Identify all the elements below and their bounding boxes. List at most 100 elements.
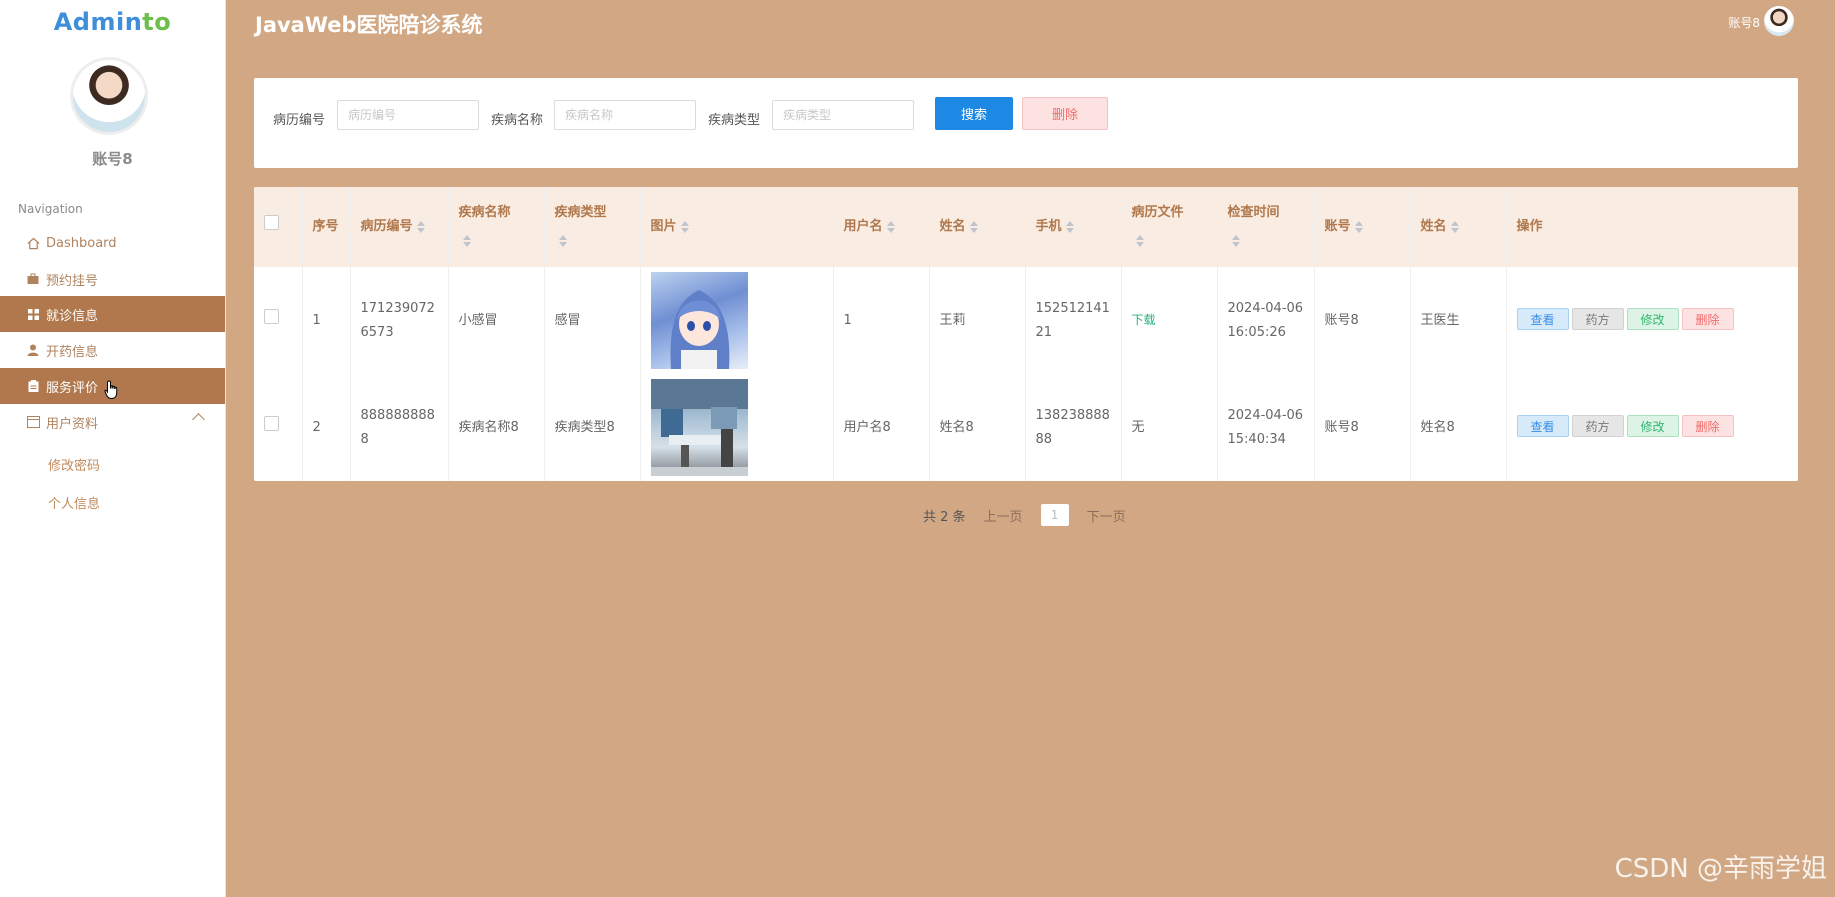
sort-icon[interactable] xyxy=(416,220,425,233)
cell-check-time: 2024-04-06 16:05:26 xyxy=(1217,267,1315,374)
search-panel: 病历编号 疾病名称 疾病类型 搜索 删除 xyxy=(254,78,1798,168)
view-button[interactable]: 查看 xyxy=(1516,308,1569,330)
cell-user-name: 用户名8 xyxy=(833,374,930,481)
cell-disease-type: 感冒 xyxy=(544,267,641,374)
sort-icon[interactable] xyxy=(886,220,895,233)
user-icon xyxy=(26,343,40,357)
select-all-checkbox[interactable] xyxy=(264,215,279,230)
col-header-label: 姓名 xyxy=(1420,219,1447,234)
col-header-label: 疾病类型 xyxy=(554,205,607,220)
next-page-button[interactable]: 下一页 xyxy=(1087,506,1126,525)
anime-girl-image[interactable] xyxy=(650,272,748,369)
sort-icon[interactable] xyxy=(1065,220,1074,233)
col-header-doctor-name[interactable]: 姓名 xyxy=(1410,187,1507,267)
app-logo[interactable]: Adminto xyxy=(0,8,225,36)
col-header-check-time[interactable]: 检查时间 xyxy=(1217,187,1315,267)
delete-button[interactable]: 删除 xyxy=(1681,415,1734,437)
sidebar-item-prescription[interactable]: 开药信息 xyxy=(0,332,225,368)
profile-card-icon xyxy=(26,415,40,429)
disease-name-label: 疾病名称 xyxy=(491,113,544,128)
row-checkbox[interactable] xyxy=(264,415,279,431)
col-header-label: 用户名 xyxy=(843,219,883,234)
col-header-label: 检查时间 xyxy=(1227,205,1280,220)
cell-account: 账号8 xyxy=(1314,267,1411,374)
sidebar: Adminto 账号8 Navigation Dashboard 预约挂号 就诊… xyxy=(0,0,226,897)
col-header-label: 疾病名称 xyxy=(458,205,511,220)
page-number-button[interactable]: 1 xyxy=(1040,504,1069,526)
col-header-record-no[interactable]: 病历编号 xyxy=(350,187,449,267)
col-header-file[interactable]: 病历文件 xyxy=(1121,187,1218,267)
prescription-button[interactable]: 药方 xyxy=(1571,308,1624,330)
sidebar-item-label: 开药信息 xyxy=(46,344,99,360)
cell-doctor-name: 姓名8 xyxy=(1410,374,1507,481)
col-header-label: 病历编号 xyxy=(360,219,413,234)
sidebar-subitem-change-password[interactable]: 修改密码 xyxy=(48,455,100,474)
pagination: 共 2 条 上一页 1 下一页 xyxy=(923,504,1126,526)
cell-record-no: 8888888888 xyxy=(350,374,449,481)
prescription-button[interactable]: 药方 xyxy=(1571,415,1624,437)
sidebar-item-visit-info[interactable]: 就诊信息 xyxy=(0,296,225,332)
bulk-delete-button[interactable]: 删除 xyxy=(1022,97,1108,130)
chevron-up-icon xyxy=(192,413,205,426)
sidebar-subitem-personal-info[interactable]: 个人信息 xyxy=(48,493,100,512)
hand-cursor-icon xyxy=(104,380,120,404)
disease-type-input[interactable] xyxy=(772,100,914,130)
header-avatar[interactable] xyxy=(1764,6,1794,36)
page-title: JavaWeb医院陪诊系统 xyxy=(255,13,483,37)
header-username[interactable]: 账号8 xyxy=(1728,14,1760,31)
sort-icon[interactable] xyxy=(1135,234,1144,247)
pagination-total: 共 2 条 xyxy=(923,509,966,525)
disease-name-input[interactable] xyxy=(554,100,696,130)
prev-page-button[interactable]: 上一页 xyxy=(984,506,1023,525)
sidebar-item-label: 用户资料 xyxy=(46,416,99,432)
col-header-account[interactable]: 账号 xyxy=(1314,187,1411,267)
sort-icon[interactable] xyxy=(1231,234,1240,247)
sidebar-item-label: 预约挂号 xyxy=(46,273,99,289)
table-header-row: 序号 病历编号 疾病名称 疾病类型 图片 用户名 姓名 手机 病历文件 检查时间… xyxy=(254,187,1798,267)
sidebar-item-label: Dashboard xyxy=(46,235,117,251)
col-header-name[interactable]: 姓名 xyxy=(929,187,1026,267)
sort-icon[interactable] xyxy=(1354,220,1363,233)
edit-button[interactable]: 修改 xyxy=(1626,415,1679,437)
col-header-disease-type[interactable]: 疾病类型 xyxy=(544,187,641,267)
sort-icon[interactable] xyxy=(1450,220,1459,233)
record-no-input[interactable] xyxy=(337,100,479,130)
col-header-phone[interactable]: 手机 xyxy=(1025,187,1122,267)
row-checkbox[interactable] xyxy=(264,308,279,324)
cell-disease-name: 小感冒 xyxy=(448,267,545,374)
cell-disease-type: 疾病类型8 xyxy=(544,374,641,481)
avatar[interactable] xyxy=(70,57,148,135)
home-icon xyxy=(26,236,40,250)
sidebar-item-user-profile[interactable]: 用户资料 xyxy=(0,404,225,440)
col-header-label: 手机 xyxy=(1035,219,1062,234)
col-header-disease-name[interactable]: 疾病名称 xyxy=(448,187,545,267)
sort-icon[interactable] xyxy=(680,220,689,233)
edit-button[interactable]: 修改 xyxy=(1626,308,1679,330)
operating-room-image[interactable] xyxy=(650,379,748,476)
delete-button[interactable]: 删除 xyxy=(1681,308,1734,330)
sidebar-item-dashboard[interactable]: Dashboard xyxy=(0,225,225,261)
cell-phone: 15251214121 xyxy=(1025,267,1122,374)
sidebar-item-label: 就诊信息 xyxy=(46,308,99,324)
sort-icon[interactable] xyxy=(558,234,567,247)
table-row: 1 1712390726573 小感冒 感冒 1 王莉 15251214121 … xyxy=(254,267,1798,374)
select-all-cell[interactable] xyxy=(254,187,303,267)
record-no-label: 病历编号 xyxy=(273,113,326,128)
view-button[interactable]: 查看 xyxy=(1516,415,1569,437)
cell-ops: 查看 药方 修改 删除 xyxy=(1506,267,1798,374)
col-header-image[interactable]: 图片 xyxy=(640,187,834,267)
col-header-index: 序号 xyxy=(302,187,351,267)
cell-phone: 13823888888 xyxy=(1025,374,1122,481)
clipboard-icon xyxy=(26,379,40,393)
watermark: CSDN @辛雨学姐 xyxy=(1614,854,1827,884)
cell-index: 1 xyxy=(302,267,351,374)
col-header-user-name[interactable]: 用户名 xyxy=(833,187,930,267)
search-button[interactable]: 搜索 xyxy=(935,97,1013,130)
briefcase-icon xyxy=(26,272,40,286)
col-header-label: 姓名 xyxy=(939,219,966,234)
download-link[interactable]: 下载 xyxy=(1132,313,1156,327)
sort-icon[interactable] xyxy=(969,220,978,233)
sort-icon[interactable] xyxy=(462,234,471,247)
cell-file: 下载 xyxy=(1121,267,1218,374)
sidebar-item-appointment[interactable]: 预约挂号 xyxy=(0,261,225,297)
